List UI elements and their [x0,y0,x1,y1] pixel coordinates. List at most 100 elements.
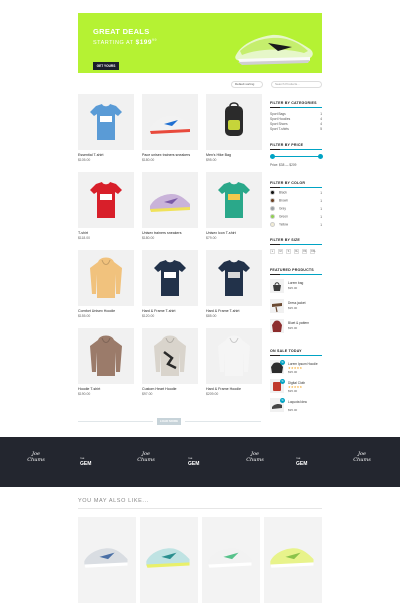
price-slider-track[interactable] [272,156,320,157]
category-label[interactable]: Sport T-shirts [270,127,289,131]
featured-product-name[interactable]: Dress jacket [288,301,306,305]
color-swatch[interactable] [270,214,275,219]
product-card[interactable]: Hard & Frame T-shirt $85.00 [206,250,262,318]
brand-logo-joe-chums[interactable]: Joe Chums [243,451,267,473]
color-swatch[interactable] [270,222,275,227]
product-name[interactable]: Hard & Frame T-shirt [206,309,262,313]
related-product-image[interactable] [266,543,320,573]
product-image[interactable] [206,172,262,228]
product-card[interactable]: Unisex Icon T-shirt $79.00 [206,172,262,240]
product-name[interactable]: Hoodie T-shirt [78,387,134,391]
sort-select[interactable]: Default sorting [231,81,263,88]
category-label[interactable]: Sport Shoes [270,122,288,126]
featured-product[interactable]: Bluet & pattern $95.00 [270,319,322,335]
brand-logo-the-gem[interactable]: THE GEM [296,458,307,467]
brand-logo-the-gem[interactable]: THE GEM [80,458,91,467]
related-product-card[interactable] [264,517,322,603]
category-item[interactable]: Sport Shoes 4 [270,122,322,126]
color-label[interactable]: Green [279,214,288,218]
product-image[interactable] [78,250,134,306]
sale-product[interactable]: % Loquota Idea $95.00 [270,398,322,414]
category-label[interactable]: Sport Bags [270,112,286,116]
featured-product-image[interactable] [270,299,284,313]
sale-product[interactable]: % Digital Cloth ★★★★★ $95.00 [270,379,322,395]
color-filter-item[interactable]: Brown 1 [270,198,322,203]
product-image[interactable] [142,250,198,306]
related-product-image[interactable] [142,543,196,573]
product-name[interactable]: Pace unisex trainers sneakers [142,153,198,157]
product-name[interactable]: Unisex Icon T-shirt [206,231,262,235]
related-product-card[interactable] [202,517,260,603]
featured-product-image[interactable] [270,319,284,333]
product-card[interactable]: Hard & Frame Hoodie $209.00 [206,328,262,396]
color-filter-item[interactable]: Yellow 1 [270,222,322,227]
sale-product[interactable]: % Lorem Ipsum Hoodie ★★★★★ $95.00 [270,360,322,376]
get-yours-button[interactable]: GET YOURS [93,62,119,70]
product-image[interactable] [78,94,134,150]
category-item[interactable]: Sport Hoodies 4 [270,117,322,121]
featured-product-name[interactable]: Bluet & pattern [288,321,309,325]
category-item[interactable]: Sport Bags 1 [270,112,322,116]
product-image[interactable] [206,94,262,150]
color-label[interactable]: Brown [279,198,288,202]
product-card[interactable]: Hoodie T-shirt $190.00 [78,328,134,396]
color-label[interactable]: Yellow [279,222,288,226]
product-image[interactable] [142,94,198,150]
related-product-card[interactable] [140,517,198,603]
product-image[interactable] [206,250,262,306]
load-more-button[interactable]: LOAD MORE [157,418,181,425]
category-item[interactable]: Sport T-shirts 5 [270,127,322,131]
related-product-image[interactable] [204,543,258,573]
size-option[interactable]: S [286,249,291,254]
size-option[interactable]: XXL [310,249,316,254]
product-image[interactable] [78,172,134,228]
featured-product[interactable]: Lorem bag $95.00 [270,279,322,295]
color-swatch[interactable] [270,198,275,203]
product-image[interactable] [142,172,198,228]
featured-product-name[interactable]: Lorem bag [288,281,303,285]
product-name[interactable]: Hard & Frame T-shirt [142,309,198,313]
color-filter-item[interactable]: Green 1 [270,214,322,219]
product-name[interactable]: Men's Hike Bag [206,153,262,157]
product-card[interactable]: Custom Heart Hoodie $97.00 [142,328,198,396]
product-image[interactable] [206,328,262,384]
size-option[interactable]: M [278,249,283,254]
product-card[interactable]: Hard & Frame T-shirt $120.00 [142,250,198,318]
category-label[interactable]: Sport Hoodies [270,117,290,121]
related-product-image[interactable] [80,543,134,573]
product-card[interactable]: Men's Hike Bag $95.00 [206,94,262,162]
product-image[interactable] [78,328,134,384]
size-option[interactable]: XL [294,249,299,254]
color-label[interactable]: Gray [279,206,286,210]
brand-logo-joe-chums[interactable]: Joe Chums [24,451,48,473]
brand-logo-joe-chums[interactable]: Joe Chums [350,451,374,473]
featured-product-image[interactable] [270,279,284,293]
search-input[interactable]: Search Products... [271,81,322,88]
product-name[interactable]: Comfort Unisex Hoodie [78,309,134,313]
price-slider-min-handle[interactable] [269,154,275,159]
product-card[interactable]: T-shirt $118.00 [78,172,134,240]
featured-product[interactable]: Dress jacket $95.00 [270,299,322,315]
product-image[interactable] [142,328,198,384]
product-name[interactable]: T-shirt [78,231,134,235]
color-swatch[interactable] [270,190,275,195]
color-label[interactable]: Black [279,190,287,194]
size-option[interactable]: XS [302,249,307,254]
product-card[interactable]: Pace unisex trainers sneakers $180.00 [142,94,198,162]
color-filter-item[interactable]: Black 1 [270,190,322,195]
product-card[interactable]: Comfort Unisex Hoodie $155.00 [78,250,134,318]
brand-logo-the-gem[interactable]: THE GEM [188,458,199,467]
product-name[interactable]: Custom Heart Hoodie [142,387,198,391]
price-slider-max-handle[interactable] [317,154,323,159]
related-product-card[interactable] [78,517,136,603]
product-card[interactable]: Unisex trainers sneakers $180.00 [142,172,198,240]
sale-product-name[interactable]: Loquota Idea [288,400,307,404]
product-name[interactable]: Essential T-shirt [78,153,134,157]
color-swatch[interactable] [270,206,275,211]
brand-logo-joe-chums[interactable]: Joe Chums [134,451,158,473]
color-filter-item[interactable]: Gray 1 [270,206,322,211]
product-name[interactable]: Unisex trainers sneakers [142,231,198,235]
product-card[interactable]: Essential T-shirt $105.00 [78,94,134,162]
product-name[interactable]: Hard & Frame Hoodie [206,387,262,391]
size-option[interactable]: L [270,249,275,254]
